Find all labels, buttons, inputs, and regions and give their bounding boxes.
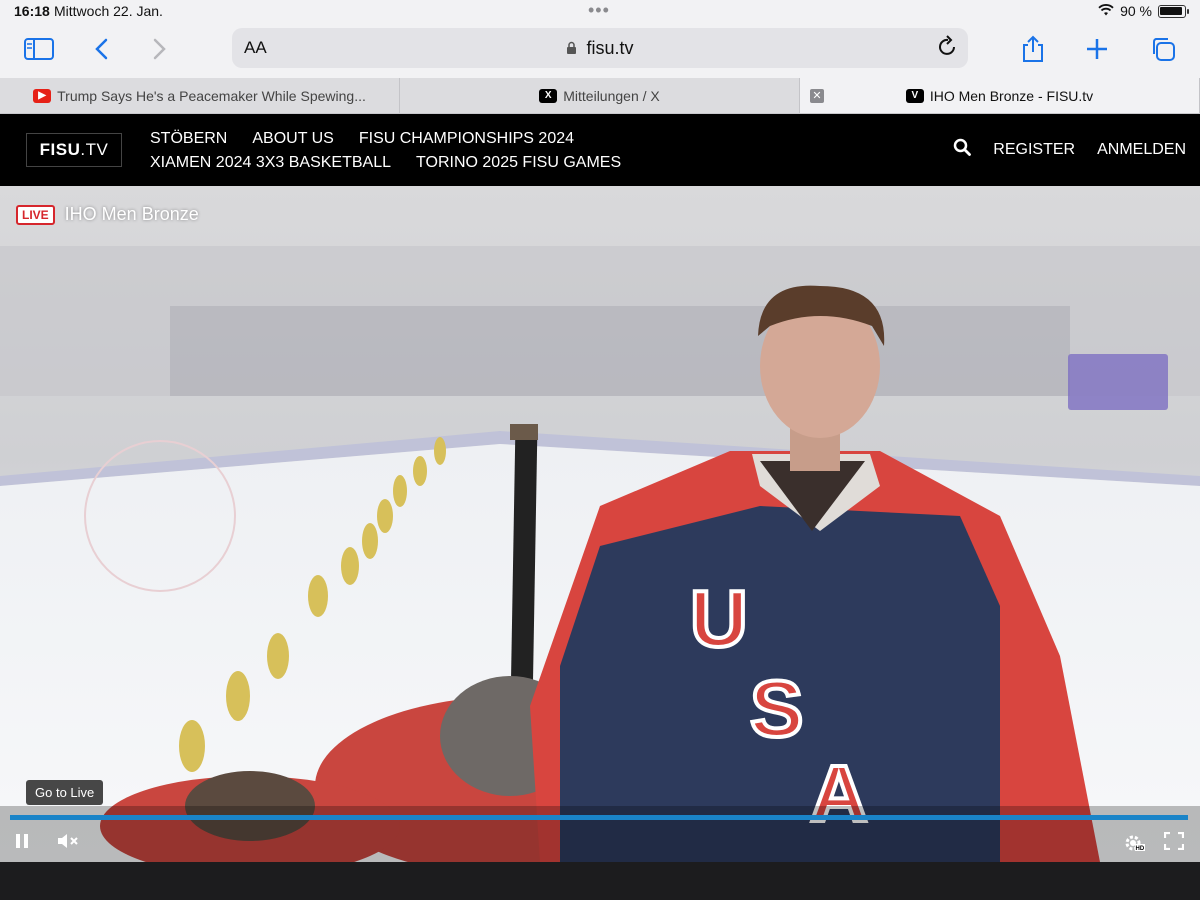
reload-icon[interactable] [938,35,958,63]
nav-championships[interactable]: FISU CHAMPIONSHIPS 2024 [359,128,574,150]
nav-right: REGISTER ANMELDEN [953,138,1186,161]
sidebar-icon[interactable] [22,32,56,66]
fisu-icon: V [905,88,924,103]
youtube-icon: ▶ [33,88,52,103]
go-to-live-button[interactable]: Go to Live [26,780,104,805]
url-text: fisu.tv [586,38,634,58]
browser-chrome: 16:18 Mittwoch 22. Jan. ••• 90 % AA fisu… [0,0,1200,78]
forward-icon[interactable] [143,32,177,66]
site-header: FISU .TV STÖBERN ABOUT US FISU CHAMPIONSH… [0,114,1200,186]
nav-about[interactable]: ABOUT US [252,128,334,150]
login-link[interactable]: ANMELDEN [1097,141,1186,159]
search-icon[interactable] [953,138,972,161]
share-icon[interactable] [1016,32,1050,66]
tab-title: Mitteilungen / X [563,87,660,104]
jersey-letter-s: S [750,664,803,753]
pause-icon[interactable] [14,832,30,856]
back-icon[interactable] [84,32,118,66]
progress-bar[interactable] [10,815,1188,820]
tab-x[interactable]: X Mitteilungen / X [400,78,800,113]
live-title: LIVE IHO Men Bronze [16,204,199,225]
lock-icon [566,38,586,58]
address-bar[interactable]: AA fisu.tv [232,28,968,68]
status-date: Mittwoch 22. Jan. [54,3,163,19]
video-title: IHO Men Bronze [64,204,199,224]
wifi-icon [1098,3,1114,19]
nav-browse[interactable]: STÖBERN [150,128,227,150]
svg-text:HD: HD [1136,846,1145,852]
status-time: 16:18 [14,3,50,19]
video-player[interactable]: U S A LIVE IHO Men Bronze Go to Live HD [0,186,1200,862]
jersey-letter-u: U [690,574,748,663]
url-display[interactable]: fisu.tv [232,38,968,59]
tab-bar: ▶ Trump Says He's a Peacemaker While Spe… [0,78,1200,114]
logo-bold: FISU [39,140,81,159]
new-tab-icon[interactable] [1080,32,1114,66]
live-badge: LIVE [16,204,55,225]
x-icon: X [539,88,558,103]
fisu-logo[interactable]: FISU .TV [26,133,122,167]
battery-icon [1158,4,1189,18]
tab-overview-icon[interactable] [1146,32,1180,66]
page-bottom [0,862,1200,900]
close-tab-icon[interactable]: ✕ [810,88,824,103]
main-nav: STÖBERN ABOUT US FISU CHAMPIONSHIPS 2024… [150,128,840,174]
register-link[interactable]: REGISTER [993,141,1075,159]
multitasking-dots-icon[interactable]: ••• [588,0,610,21]
status-right: 90 % [1098,3,1189,19]
battery-percent: 90 % [1120,3,1152,19]
tab-fisu[interactable]: ✕ V IHO Men Bronze - FISU.tv [800,78,1200,113]
video-frame: U S A [0,186,1200,862]
mute-icon[interactable] [56,832,80,856]
nav-xiamen[interactable]: XIAMEN 2024 3X3 BASKETBALL [150,152,391,174]
tab-title: Trump Says He's a Peacemaker While Spewi… [57,87,366,104]
fullscreen-icon[interactable] [1163,831,1185,856]
logo-light: .TV [80,140,109,159]
status-bar: 16:18 Mittwoch 22. Jan. ••• 90 % [0,0,1200,24]
quality-settings-icon[interactable]: HD [1122,832,1146,860]
nav-torino[interactable]: TORINO 2025 FISU GAMES [416,152,621,174]
tab-youtube[interactable]: ▶ Trump Says He's a Peacemaker While Spe… [0,78,400,113]
safari-toolbar: AA fisu.tv [0,24,1200,78]
tab-title: IHO Men Bronze - FISU.tv [929,87,1094,104]
